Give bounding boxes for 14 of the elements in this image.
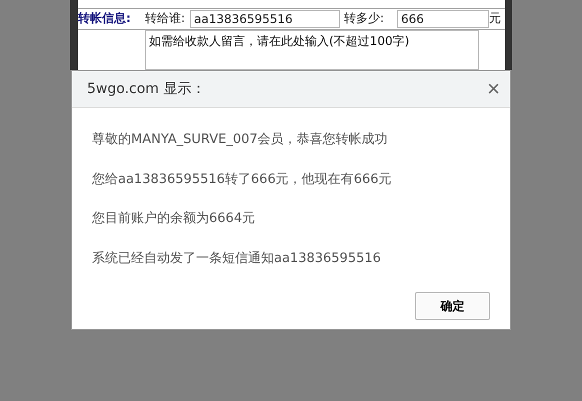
dialog-title: 5wgo.com 显示： xyxy=(87,80,206,98)
amount-label: 转多少: xyxy=(343,10,386,28)
dialog-message: 您目前账户的余额为6664元 xyxy=(92,210,256,228)
amount-field[interactable]: 666 xyxy=(397,10,489,28)
message-field[interactable]: 如需给收款人留言，请在此处输入(不超过100字) xyxy=(145,30,479,70)
close-button[interactable]: × xyxy=(487,78,500,100)
dialog-message: 尊敬的MANYA_SURVE_007会员，恭喜您转帐成功 xyxy=(92,131,389,149)
dialog-message: 您给aa13836595516转了666元，他现在有666元 xyxy=(92,170,393,188)
unit-label: 元 xyxy=(489,10,502,28)
ok-button[interactable]: 确定 xyxy=(415,292,490,320)
dialog-message: 系统已经自动发了一条短信通知aa13836595516 xyxy=(92,250,382,268)
recipient-label: 转给谁: xyxy=(145,10,186,28)
section-label: 转帐信息: xyxy=(78,10,132,28)
recipient-field[interactable]: aa13836595516 xyxy=(190,10,340,28)
